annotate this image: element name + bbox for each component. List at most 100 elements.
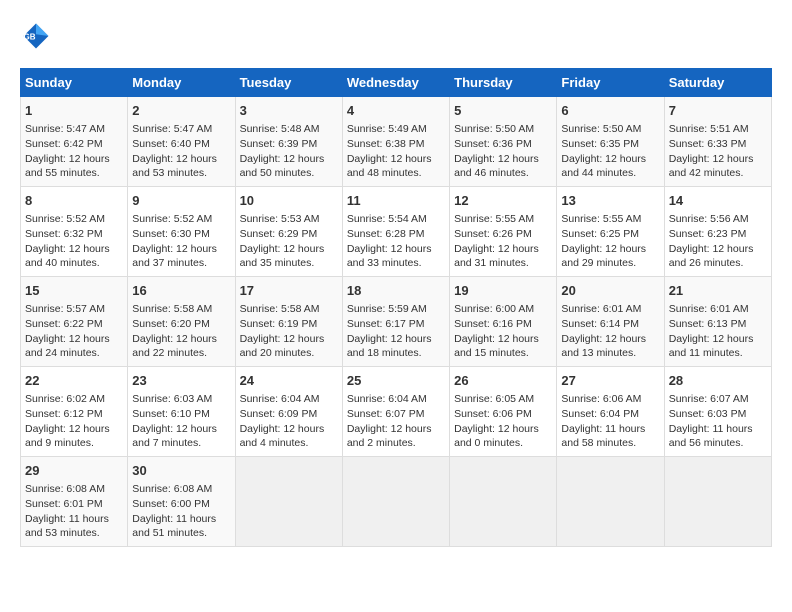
week-row-2: 8 Sunrise: 5:52 AM Sunset: 6:32 PM Dayli… [21, 187, 772, 277]
daylight-label: Daylight: 11 hours and 56 minutes. [669, 423, 753, 450]
daylight-label: Daylight: 12 hours and 4 minutes. [240, 423, 325, 450]
calendar-cell [664, 457, 771, 547]
calendar-cell: 29 Sunrise: 6:08 AM Sunset: 6:01 PM Dayl… [21, 457, 128, 547]
day-number: 14 [669, 192, 767, 210]
daylight-label: Daylight: 12 hours and 24 minutes. [25, 333, 110, 360]
calendar-body: 1 Sunrise: 5:47 AM Sunset: 6:42 PM Dayli… [21, 97, 772, 547]
daylight-label: Daylight: 12 hours and 9 minutes. [25, 423, 110, 450]
day-number: 9 [132, 192, 230, 210]
calendar-cell: 20 Sunrise: 6:01 AM Sunset: 6:14 PM Dayl… [557, 277, 664, 367]
sunset-label: Sunset: 6:38 PM [347, 138, 425, 150]
calendar-cell [557, 457, 664, 547]
sunset-label: Sunset: 6:06 PM [454, 408, 532, 420]
sunset-label: Sunset: 6:01 PM [25, 498, 103, 510]
calendar-cell: 1 Sunrise: 5:47 AM Sunset: 6:42 PM Dayli… [21, 97, 128, 187]
sunset-label: Sunset: 6:12 PM [25, 408, 103, 420]
day-number: 4 [347, 102, 445, 120]
calendar-cell: 19 Sunrise: 6:00 AM Sunset: 6:16 PM Dayl… [450, 277, 557, 367]
daylight-label: Daylight: 12 hours and 35 minutes. [240, 243, 325, 270]
calendar-cell: 18 Sunrise: 5:59 AM Sunset: 6:17 PM Dayl… [342, 277, 449, 367]
calendar-cell: 14 Sunrise: 5:56 AM Sunset: 6:23 PM Dayl… [664, 187, 771, 277]
daylight-label: Daylight: 12 hours and 40 minutes. [25, 243, 110, 270]
sunset-label: Sunset: 6:40 PM [132, 138, 210, 150]
sunset-label: Sunset: 6:13 PM [669, 318, 747, 330]
calendar-cell [235, 457, 342, 547]
day-number: 29 [25, 462, 123, 480]
daylight-label: Daylight: 11 hours and 58 minutes. [561, 423, 645, 450]
sunrise-label: Sunrise: 6:01 AM [561, 303, 641, 315]
calendar-cell: 15 Sunrise: 5:57 AM Sunset: 6:22 PM Dayl… [21, 277, 128, 367]
calendar-cell: 17 Sunrise: 5:58 AM Sunset: 6:19 PM Dayl… [235, 277, 342, 367]
sunset-label: Sunset: 6:23 PM [669, 228, 747, 240]
svg-text:GB: GB [24, 33, 36, 42]
header-row: SundayMondayTuesdayWednesdayThursdayFrid… [21, 69, 772, 97]
calendar-cell: 26 Sunrise: 6:05 AM Sunset: 6:06 PM Dayl… [450, 367, 557, 457]
calendar-cell: 3 Sunrise: 5:48 AM Sunset: 6:39 PM Dayli… [235, 97, 342, 187]
sunset-label: Sunset: 6:32 PM [25, 228, 103, 240]
sunset-label: Sunset: 6:10 PM [132, 408, 210, 420]
daylight-label: Daylight: 12 hours and 48 minutes. [347, 153, 432, 180]
sunset-label: Sunset: 6:42 PM [25, 138, 103, 150]
daylight-label: Daylight: 12 hours and 31 minutes. [454, 243, 539, 270]
day-number: 17 [240, 282, 338, 300]
calendar-cell: 28 Sunrise: 6:07 AM Sunset: 6:03 PM Dayl… [664, 367, 771, 457]
day-number: 30 [132, 462, 230, 480]
sunset-label: Sunset: 6:03 PM [669, 408, 747, 420]
day-number: 1 [25, 102, 123, 120]
header-cell-wednesday: Wednesday [342, 69, 449, 97]
week-row-1: 1 Sunrise: 5:47 AM Sunset: 6:42 PM Dayli… [21, 97, 772, 187]
sunset-label: Sunset: 6:04 PM [561, 408, 639, 420]
calendar-cell: 21 Sunrise: 6:01 AM Sunset: 6:13 PM Dayl… [664, 277, 771, 367]
day-number: 11 [347, 192, 445, 210]
sunrise-label: Sunrise: 5:58 AM [240, 303, 320, 315]
day-number: 20 [561, 282, 659, 300]
sunset-label: Sunset: 6:09 PM [240, 408, 318, 420]
daylight-label: Daylight: 12 hours and 42 minutes. [669, 153, 754, 180]
daylight-label: Daylight: 12 hours and 53 minutes. [132, 153, 217, 180]
sunrise-label: Sunrise: 6:00 AM [454, 303, 534, 315]
logo: GB [20, 20, 58, 52]
day-number: 15 [25, 282, 123, 300]
sunrise-label: Sunrise: 6:02 AM [25, 393, 105, 405]
header-cell-friday: Friday [557, 69, 664, 97]
header-cell-saturday: Saturday [664, 69, 771, 97]
calendar-cell: 10 Sunrise: 5:53 AM Sunset: 6:29 PM Dayl… [235, 187, 342, 277]
daylight-label: Daylight: 12 hours and 50 minutes. [240, 153, 325, 180]
sunrise-label: Sunrise: 6:03 AM [132, 393, 212, 405]
calendar-cell: 16 Sunrise: 5:58 AM Sunset: 6:20 PM Dayl… [128, 277, 235, 367]
calendar-header: SundayMondayTuesdayWednesdayThursdayFrid… [21, 69, 772, 97]
sunrise-label: Sunrise: 6:01 AM [669, 303, 749, 315]
calendar-cell: 9 Sunrise: 5:52 AM Sunset: 6:30 PM Dayli… [128, 187, 235, 277]
sunset-label: Sunset: 6:39 PM [240, 138, 318, 150]
daylight-label: Daylight: 12 hours and 20 minutes. [240, 333, 325, 360]
daylight-label: Daylight: 12 hours and 33 minutes. [347, 243, 432, 270]
header-cell-thursday: Thursday [450, 69, 557, 97]
sunrise-label: Sunrise: 5:48 AM [240, 123, 320, 135]
day-number: 3 [240, 102, 338, 120]
page-header: GB [20, 20, 772, 52]
calendar-cell: 27 Sunrise: 6:06 AM Sunset: 6:04 PM Dayl… [557, 367, 664, 457]
daylight-label: Daylight: 12 hours and 7 minutes. [132, 423, 217, 450]
day-number: 7 [669, 102, 767, 120]
sunrise-label: Sunrise: 5:49 AM [347, 123, 427, 135]
sunrise-label: Sunrise: 5:52 AM [132, 213, 212, 225]
calendar-cell: 7 Sunrise: 5:51 AM Sunset: 6:33 PM Dayli… [664, 97, 771, 187]
day-number: 21 [669, 282, 767, 300]
sunset-label: Sunset: 6:33 PM [669, 138, 747, 150]
calendar-cell [450, 457, 557, 547]
day-number: 5 [454, 102, 552, 120]
daylight-label: Daylight: 12 hours and 11 minutes. [669, 333, 754, 360]
calendar-cell: 30 Sunrise: 6:08 AM Sunset: 6:00 PM Dayl… [128, 457, 235, 547]
sunrise-label: Sunrise: 6:07 AM [669, 393, 749, 405]
day-number: 8 [25, 192, 123, 210]
sunset-label: Sunset: 6:36 PM [454, 138, 532, 150]
daylight-label: Daylight: 12 hours and 2 minutes. [347, 423, 432, 450]
sunrise-label: Sunrise: 5:58 AM [132, 303, 212, 315]
sunset-label: Sunset: 6:17 PM [347, 318, 425, 330]
calendar-cell: 8 Sunrise: 5:52 AM Sunset: 6:32 PM Dayli… [21, 187, 128, 277]
calendar-cell: 13 Sunrise: 5:55 AM Sunset: 6:25 PM Dayl… [557, 187, 664, 277]
day-number: 19 [454, 282, 552, 300]
daylight-label: Daylight: 12 hours and 13 minutes. [561, 333, 646, 360]
daylight-label: Daylight: 12 hours and 44 minutes. [561, 153, 646, 180]
week-row-4: 22 Sunrise: 6:02 AM Sunset: 6:12 PM Dayl… [21, 367, 772, 457]
